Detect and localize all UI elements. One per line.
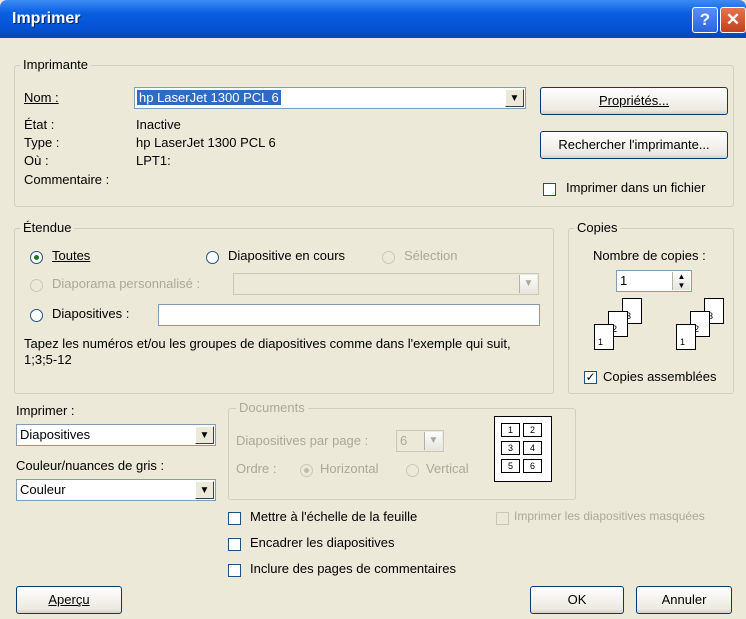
frame-slides-label[interactable]: Encadrer les diapositives (250, 535, 395, 550)
range-selection-label: Sélection (404, 248, 458, 263)
preview-cell: 6 (523, 459, 542, 473)
preview-cell: 3 (501, 441, 520, 455)
preview-button[interactable]: Aperçu (16, 586, 122, 614)
color-value: Couleur (20, 482, 66, 497)
slides-input[interactable] (158, 304, 540, 326)
range-hint: Tapez les numéros et/ou les groupes de d… (24, 336, 511, 367)
ok-button-label: OK (567, 592, 587, 607)
properties-button-label: Propriétés... (598, 93, 670, 108)
per-page-label: Diapositives par page : (236, 433, 369, 448)
where-value: LPT1: (136, 153, 171, 168)
preview-cell: 2 (523, 423, 542, 437)
include-comments-checkbox[interactable] (228, 564, 241, 577)
help-button[interactable]: ? (692, 7, 718, 33)
copies-count-spinner[interactable]: 1 ▲ ▼ (616, 270, 692, 292)
order-horizontal-label: Horizontal (320, 461, 379, 476)
print-hidden-slides-checkbox (496, 512, 509, 525)
print-what-label: Imprimer : (16, 403, 75, 418)
order-label: Ordre : (236, 461, 277, 476)
per-page-value: 6 (400, 433, 408, 448)
type-value: hp LaserJet 1300 PCL 6 (136, 135, 276, 150)
range-current-label[interactable]: Diapositive en cours (228, 248, 345, 263)
preview-cell: 4 (523, 441, 542, 455)
order-vertical-radio (406, 464, 419, 477)
chevron-down-icon: ▼ (519, 275, 537, 293)
page-icon: 1 (676, 324, 696, 350)
close-button[interactable]: ✕ (720, 7, 746, 33)
print-hidden-slides-label: Imprimer les diapositives masquées (514, 509, 705, 523)
type-label: Type : (24, 135, 60, 150)
chevron-down-icon[interactable]: ▼ (195, 426, 214, 444)
documents-legend: Documents (236, 400, 308, 415)
range-legend: Étendue (20, 220, 75, 235)
chevron-down-icon: ▼ (424, 432, 442, 450)
copies-count-label: Nombre de copies : (593, 248, 706, 263)
printer-name-label: Nom : (24, 90, 59, 105)
print-to-file-checkbox[interactable] (543, 183, 556, 196)
frame-slides-checkbox[interactable] (228, 538, 241, 551)
range-all-radio[interactable] (30, 251, 43, 264)
copies-count-value: 1 (620, 273, 628, 288)
collate-illustration: 3 2 1 3 2 1 (592, 298, 728, 358)
color-label: Couleur/nuances de gris : (16, 458, 165, 473)
order-vertical-label: Vertical (426, 461, 469, 476)
scale-to-page-label[interactable]: Mettre à l'échelle de la feuille (250, 509, 417, 524)
range-slides-label[interactable]: Diapositives : (52, 306, 129, 321)
color-select[interactable]: Couleur ▼ (16, 479, 216, 501)
cancel-button[interactable]: Annuler (636, 586, 732, 614)
where-label: Où : (24, 153, 49, 168)
include-comments-label[interactable]: Inclure des pages de commentaires (250, 561, 456, 576)
scale-to-page-checkbox[interactable] (228, 512, 241, 525)
page-icon: 1 (594, 324, 614, 350)
print-to-file-label[interactable]: Imprimer dans un fichier (566, 180, 705, 195)
ok-button[interactable]: OK (530, 586, 624, 614)
range-custom-show-radio (30, 279, 43, 292)
preview-cell: 5 (501, 459, 520, 473)
window-title: Imprimer (12, 10, 81, 27)
chevron-down-icon[interactable]: ▼ (195, 481, 214, 499)
cancel-button-label: Annuler (661, 592, 707, 607)
range-slides-radio[interactable] (30, 309, 43, 322)
per-page-select: 6 ▼ (396, 430, 444, 452)
preview-cell: 1 (501, 423, 520, 437)
preview-button-label: Aperçu (48, 592, 90, 607)
order-horizontal-radio (300, 464, 313, 477)
collate-checkbox[interactable]: ✓ (584, 371, 597, 384)
range-current-radio[interactable] (206, 251, 219, 264)
custom-show-select: ▼ (233, 273, 539, 295)
find-printer-button[interactable]: Rechercher l'imprimante... (540, 131, 728, 159)
find-printer-button-label: Rechercher l'imprimante... (558, 137, 710, 152)
spinner-arrows-icon[interactable]: ▲ ▼ (672, 272, 690, 290)
range-custom-show-label: Diaporama personnalisé : (52, 276, 201, 291)
state-value: Inactive (136, 117, 181, 132)
printer-name-value: hp LaserJet 1300 PCL 6 (137, 90, 281, 105)
range-all-label[interactable]: Toutes (52, 248, 90, 263)
printer-legend: Imprimante (20, 57, 92, 72)
print-what-value: Diapositives (20, 427, 91, 442)
state-label: État : (24, 117, 55, 132)
range-selection-radio (382, 251, 395, 264)
print-what-select[interactable]: Diapositives ▼ (16, 424, 216, 446)
collate-label[interactable]: Copies assemblées (603, 369, 716, 384)
properties-button[interactable]: Propriétés... (540, 87, 728, 115)
printer-name-select[interactable]: hp LaserJet 1300 PCL 6 ▼ (134, 87, 526, 109)
comment-label: Commentaire : (24, 172, 110, 187)
title-bar (0, 0, 746, 38)
handout-preview: 1 2 3 4 5 6 (494, 416, 552, 482)
chevron-down-icon[interactable]: ▼ (505, 89, 524, 107)
copies-legend: Copies (574, 220, 621, 235)
